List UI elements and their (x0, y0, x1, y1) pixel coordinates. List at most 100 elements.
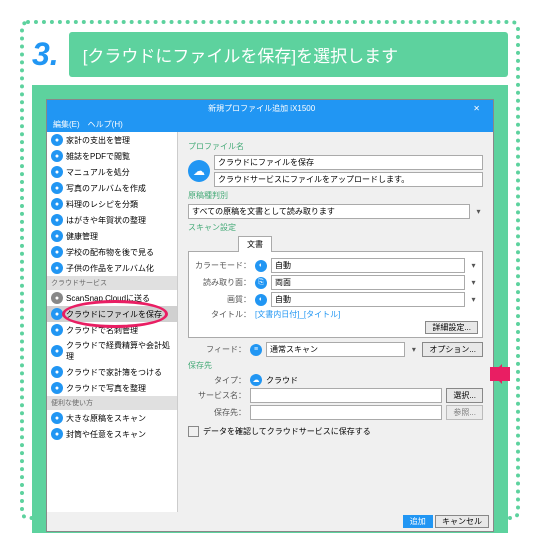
confirm-label: データを確認してクラウドサービスに保存する (203, 426, 371, 437)
sidebar-item[interactable]: ●写真のアルバムを作成 (47, 180, 177, 196)
title-template[interactable]: [文書内日付]_[タイトル] (255, 309, 340, 320)
dest-input[interactable] (250, 405, 442, 420)
profile-desc-input[interactable]: クラウドサービスにファイルをアップロードします。 (214, 172, 483, 187)
profile-name-input[interactable]: クラウドにファイルを保存 (214, 155, 483, 170)
sidebar-item[interactable]: ●マニュアルを処分 (47, 164, 177, 180)
side-list-c: ●大きな原稿をスキャン●封筒や任意をスキャン (47, 410, 177, 442)
sidebar-item-label: 料理のレシピを分類 (66, 199, 138, 210)
sidebar: ●家計の支出を管理●雑誌をPDFで閲覧●マニュアルを処分●写真のアルバムを作成●… (47, 132, 178, 512)
dialog: 新規プロファイル追加 iX1500✕ 編集(E) ヘルプ(H) ●家計の支出を管… (46, 99, 494, 532)
feed-select[interactable]: 通常スキャン (266, 342, 405, 357)
sidebar-item-label: 大きな原稿をスキャン (66, 413, 146, 424)
auto-icon: ◐ (255, 260, 267, 272)
quality-icon: ◐ (255, 294, 267, 306)
highlight-arrow (490, 367, 510, 381)
item-icon: ● (51, 166, 63, 178)
cloud-icon: ☁ (250, 374, 262, 386)
cloud-icon: ☁ (188, 160, 210, 182)
sidebar-item-label: はがきや年賀状の整理 (66, 215, 146, 226)
titlebar: 新規プロファイル追加 iX1500✕ (47, 100, 493, 117)
sidebar-item[interactable]: ●健康管理 (47, 228, 177, 244)
option-button[interactable]: オプション... (422, 342, 483, 357)
sidebar-cat-cloud: クラウドサービス (47, 276, 177, 290)
sidebar-item-label: 家計の支出を管理 (66, 135, 130, 146)
sidebar-item[interactable]: ●大きな原稿をスキャン (47, 410, 177, 426)
sidebar-cat-util: 便利な使い方 (47, 396, 177, 410)
chevron-down-icon[interactable]: ▾ (409, 345, 418, 354)
sidebar-item-label: マニュアルを処分 (66, 167, 130, 178)
quality-select[interactable]: 自動 (271, 292, 465, 307)
sidebar-item[interactable]: ●ScanSnap Cloudに送る (47, 290, 177, 306)
item-icon: ● (51, 134, 63, 146)
sidebar-item[interactable]: ●料理のレシピを分類 (47, 196, 177, 212)
item-icon: ● (51, 292, 63, 304)
step-text: [クラウドにファイルを保存]を選択します (69, 32, 508, 77)
ref-button: 参照... (446, 405, 483, 420)
gk-select[interactable]: すべての原稿を文書として読み取ります (188, 204, 470, 219)
add-button[interactable]: 追加 (403, 515, 433, 528)
sidebar-item-label: クラウドで家計簿をつける (66, 367, 162, 378)
label-save: 保存先 (188, 360, 483, 371)
close-icon[interactable]: ✕ (468, 104, 485, 113)
menubar[interactable]: 編集(E) ヘルプ(H) (47, 117, 493, 132)
label-profile: プロファイル名 (188, 141, 483, 152)
sidebar-item[interactable]: ●クラウドで写真を整理 (47, 380, 177, 396)
item-icon: ● (51, 230, 63, 242)
service-input[interactable] (250, 388, 442, 403)
side-select[interactable]: 両面 (271, 275, 465, 290)
sidebar-item-label: 封筒や任意をスキャン (66, 429, 146, 440)
sidebar-item[interactable]: ●クラウドで経費精算や会計処理 (47, 338, 177, 364)
sidebar-item-label: 子供の作品をアルバム化 (66, 263, 154, 274)
label-scan: スキャン設定 (188, 222, 483, 233)
item-icon: ● (51, 262, 63, 274)
sidebar-item[interactable]: ●封筒や任意をスキャン (47, 426, 177, 442)
item-icon: ● (51, 198, 63, 210)
sidebar-item-label: 健康管理 (66, 231, 98, 242)
chevron-down-icon[interactable]: ▾ (469, 295, 478, 304)
sidebar-item-label: 学校の配布物を後で見る (66, 247, 154, 258)
duplex-icon: ⎘ (255, 277, 267, 289)
sidebar-item-label: クラウドで名刺管理 (66, 325, 138, 336)
sidebar-item-label: ScanSnap Cloudに送る (66, 293, 150, 304)
color-select[interactable]: 自動 (271, 258, 465, 273)
sidebar-item-label: クラウドで写真を整理 (66, 383, 146, 394)
label-gk: 原稿種判別 (188, 190, 483, 201)
sidebar-item-label: クラウドで経費精算や会計処理 (66, 340, 173, 362)
item-icon: ● (51, 382, 63, 394)
sidebar-item[interactable]: ●はがきや年賀状の整理 (47, 212, 177, 228)
sidebar-item[interactable]: ●家計の支出を管理 (47, 132, 177, 148)
item-icon: ● (51, 412, 63, 424)
sidebar-item-label: 雑誌をPDFで閲覧 (66, 151, 130, 162)
sidebar-item-label: クラウドにファイルを保存 (66, 309, 162, 320)
type-value: クラウド (266, 375, 298, 386)
confirm-checkbox[interactable] (188, 426, 199, 437)
item-icon: ● (51, 324, 63, 336)
sidebar-item[interactable]: ●子供の作品をアルバム化 (47, 260, 177, 276)
select-button[interactable]: 選択... (446, 388, 483, 403)
item-icon: ● (51, 308, 63, 320)
tab-doc[interactable]: 文書 (238, 236, 272, 252)
item-icon: ● (51, 214, 63, 226)
sidebar-item[interactable]: ●学校の配布物を後で見る (47, 244, 177, 260)
sidebar-item[interactable]: ●クラウドにファイルを保存 (47, 306, 177, 322)
item-icon: ● (51, 150, 63, 162)
sidebar-item[interactable]: ●クラウドで名刺管理 (47, 322, 177, 338)
footer: 追加 キャンセル (47, 512, 493, 531)
feed-icon: ≡ (250, 344, 262, 356)
item-icon: ● (51, 182, 63, 194)
item-icon: ● (51, 366, 63, 378)
main-panel: プロファイル名 ☁ クラウドにファイルを保存クラウドサービスにファイルをアップロー… (178, 132, 493, 512)
step-number: 3. (32, 36, 59, 73)
chevron-down-icon[interactable]: ▾ (469, 261, 478, 270)
item-icon: ● (51, 345, 63, 357)
side-list-b: ●ScanSnap Cloudに送る●クラウドにファイルを保存●クラウドで名刺管… (47, 290, 177, 396)
item-icon: ● (51, 246, 63, 258)
cancel-button[interactable]: キャンセル (435, 515, 489, 528)
chevron-down-icon[interactable]: ▾ (469, 278, 478, 287)
sidebar-item[interactable]: ●クラウドで家計簿をつける (47, 364, 177, 380)
sidebar-item[interactable]: ●雑誌をPDFで閲覧 (47, 148, 177, 164)
side-list-a: ●家計の支出を管理●雑誌をPDFで閲覧●マニュアルを処分●写真のアルバムを作成●… (47, 132, 177, 276)
chevron-down-icon[interactable]: ▾ (474, 207, 483, 216)
sidebar-item-label: 写真のアルバムを作成 (66, 183, 146, 194)
detail-button[interactable]: 詳細設定... (425, 321, 478, 334)
